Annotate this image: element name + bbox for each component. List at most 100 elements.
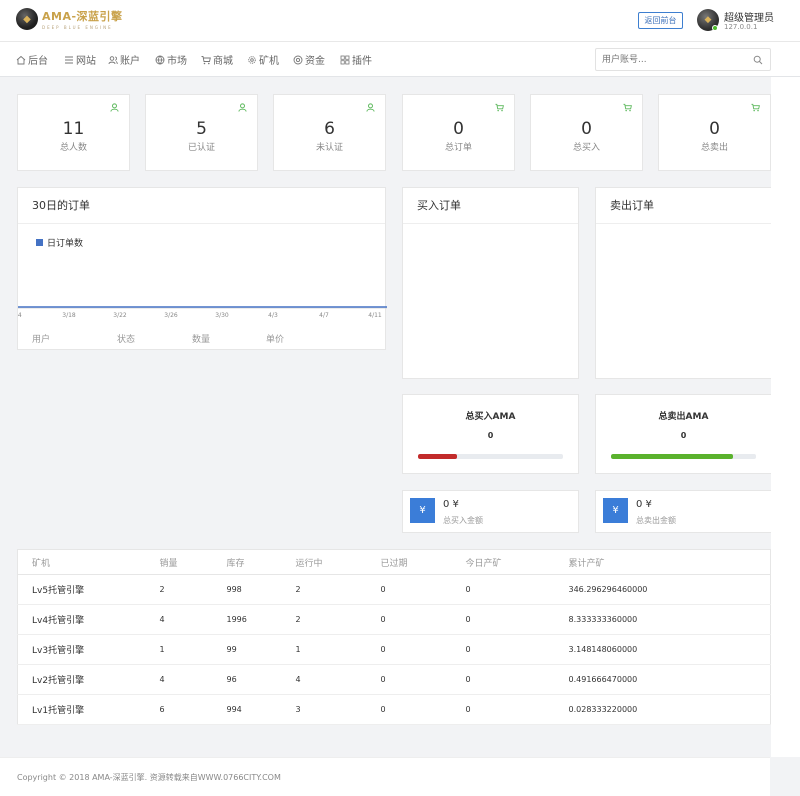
sales-cell: 6 [159,694,227,725]
x-tick-label: 4/3 [268,312,278,319]
logo-emblem-icon: ◆ [16,8,38,30]
stat-value: 0 [581,119,592,139]
column-header: 已过期 [380,549,466,575]
x-tick-label: 14 [18,312,22,319]
column-header: 运行中 [295,549,381,575]
table-row[interactable]: Lv3托管引擎 1 99 1 0 0 3.148148060000 [17,634,771,665]
x-tick-label: 3/30 [215,312,229,319]
amount-label: 总买入金额 [443,516,483,525]
x-tick-label: 3/22 [113,312,127,319]
users-icon [108,55,118,64]
table-row[interactable]: Lv2托管引擎 4 96 4 0 0 0.491666470000 [17,664,771,695]
cart-icon [751,103,760,112]
back-to-frontend-button[interactable]: 返回前台 [638,12,683,29]
panel-title: 卖出订单 [596,188,771,224]
coin-icon [293,55,303,64]
progress-bar [418,454,563,459]
buy-orders-panel: 买入订单 [402,187,579,379]
running-cell: 2 [295,574,381,605]
progress-fill [611,454,733,459]
expired-cell: 0 [380,574,466,605]
table-header-row: 矿机 销量 库存 运行中 已过期 今日产矿 累计产矿 [17,549,771,575]
sell-orders-panel: 卖出订单 [595,187,772,379]
chart-legend[interactable]: 日订单数 [36,236,83,249]
x-tick-label: 3/26 [164,312,178,319]
logo-subtitle: DEEP BLUE ENGINE [42,25,113,30]
nav-item-accounts[interactable]: 账户 [108,52,140,67]
column-header: 库存 [226,549,296,575]
total-sell-amount-panel: ¥ 0 ¥ 总卖出金额 [595,490,772,533]
nav-item-plugins[interactable]: 插件 [340,52,372,67]
stat-card-total-buy: 0 总买入 [530,94,643,171]
total-value: 0 [487,431,494,440]
stock-cell: 998 [226,574,296,605]
stat-value: 6 [324,119,335,139]
amount-value: 0 ¥ [443,499,459,510]
globe-icon [155,55,165,65]
nav-label: 商城 [213,56,233,67]
total-output-cell: 3.148148060000 [568,634,771,665]
cart-icon [495,103,504,112]
column-header: 矿机 [17,549,160,575]
amount-label: 总卖出金额 [636,516,676,525]
sales-cell: 1 [159,634,227,665]
column-header: 数量 [192,335,211,345]
stat-card-total-users: 11 总人数 [17,94,130,171]
nav-item-funds[interactable]: 资金 [293,52,325,67]
top-header: ◆ AMA-深蓝引擎 DEEP BLUE ENGINE 返回前台 ◆ 超级管理员… [0,0,800,42]
column-header: 状态 [117,335,136,345]
nav-label: 插件 [352,56,372,67]
total-buy-amount-panel: ¥ 0 ¥ 总买入金额 [402,490,579,533]
nav-label: 资金 [305,56,325,67]
search-input[interactable] [596,49,746,70]
total-value: 0 [680,431,687,440]
logo-text: AMA-深蓝引擎 [42,10,123,23]
nav-item-website[interactable]: 网站 [64,52,96,67]
stock-cell: 99 [226,634,296,665]
column-header: 用户 [32,335,51,345]
stat-card-unverified: 6 未认证 [273,94,386,171]
search-icon[interactable] [753,55,763,65]
column-header: 累计产矿 [568,549,771,575]
logo[interactable]: ◆ AMA-深蓝引擎 DEEP BLUE ENGINE [16,8,123,30]
today-output-cell: 0 [465,634,569,665]
nav-item-dashboard[interactable]: 后台 [16,52,48,67]
expired-cell: 0 [380,604,466,635]
nav-item-mall[interactable]: 商城 [201,52,233,67]
nav-item-miners[interactable]: 矿机 [247,52,279,67]
expired-cell: 0 [380,694,466,725]
table-row[interactable]: Lv1托管引擎 6 994 3 0 0 0.028333220000 [17,694,771,725]
sales-cell: 2 [159,574,227,605]
total-output-cell: 0.491666470000 [568,664,771,695]
user-icon [238,103,247,112]
miner-name: Lv2托管引擎 [17,664,160,695]
table-row[interactable]: Lv5托管引擎 2 998 2 0 0 346.296296460000 [17,574,771,605]
panel-title: 买入订单 [403,188,578,224]
nav-label: 账户 [120,56,140,67]
nav-label: 网站 [76,56,96,67]
x-tick-label: 4/7 [319,312,329,319]
gear-icon [248,55,256,64]
total-title: 总买入AMA [465,412,516,422]
today-output-cell: 0 [465,694,569,725]
user-icon [366,103,375,112]
table-row[interactable]: Lv4托管引擎 4 1996 2 0 0 8.333333360000 [17,604,771,635]
orders-30d-panel: 30日的订单 日订单数 14 3/18 3/22 3/26 3/30 4/3 4/7 4/11… [17,187,387,350]
today-output-cell: 0 [465,574,569,605]
running-cell: 4 [295,664,381,695]
user-ip: 127.0.0.1 [724,23,758,31]
stock-cell: 994 [226,694,296,725]
progress-fill [418,454,458,459]
user-icon [110,103,119,112]
home-icon [16,55,26,64]
progress-bar [611,454,756,459]
miner-name: Lv5托管引擎 [17,574,160,605]
column-header: 单价 [266,335,285,345]
copyright-text: Copyright © 2018 AMA-深蓝引擎. 资源转载来自WWW.076… [17,773,281,782]
scroll-gutter [771,77,800,757]
stat-value: 11 [62,119,85,139]
user-name[interactable]: 超级管理员 [724,9,774,24]
stat-card-total-orders: 0 总订单 [402,94,515,171]
nav-item-market[interactable]: 市场 [155,52,187,67]
yen-icon: ¥ [603,498,628,523]
